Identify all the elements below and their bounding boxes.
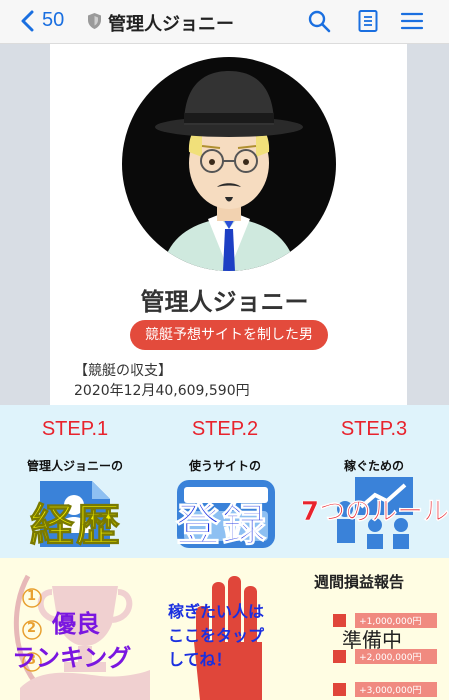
search-icon[interactable] <box>307 9 331 33</box>
shield-icon <box>88 13 101 29</box>
navigation-bar: 50 管理人ジョニー <box>0 0 449 44</box>
report-title: 週間損益報告 <box>314 573 405 591</box>
weekly-report-banner[interactable]: 週間損益報告 +1,000,000円 +2,000,000円 +3,000,00… <box>300 558 449 700</box>
step-1-card[interactable]: STEP.1 管理人ジョニーの 経歴 <box>0 405 150 558</box>
step-3-big-word: 7つのルール <box>301 497 449 528</box>
tap-line-1: 稼ぎたい人は <box>168 602 265 621</box>
profile-name: 管理人ジョニー <box>140 288 309 316</box>
avatar-illustration <box>155 71 303 271</box>
step-1-big-word: 経歴 <box>30 500 122 552</box>
menu-icon[interactable] <box>400 9 424 33</box>
report-row-3: +3,000,000円 <box>333 679 438 698</box>
ranking-line-1: 優良 <box>52 610 100 638</box>
tap-here-banner[interactable]: 稼ぎたい人は ここをタップ してね！ <box>152 558 300 700</box>
step-1-label: 管理人ジョニーの <box>26 459 123 473</box>
step-2-label: 使うサイトの <box>188 459 261 473</box>
document-icon[interactable] <box>356 9 380 33</box>
tap-line-3: してね！ <box>168 650 232 669</box>
tap-line-2: ここをタップ <box>168 626 265 645</box>
step-2-card[interactable]: STEP.2 使うサイトの 登録 <box>150 405 300 558</box>
back-button[interactable]: 50 <box>20 9 64 32</box>
step-2-big-word: 登録 <box>176 500 268 552</box>
ranking-line-2: ランキング <box>12 644 132 672</box>
back-count: 50 <box>42 9 65 31</box>
step-3-card[interactable]: STEP.3 稼ぐための 7つのルール <box>299 405 449 558</box>
page-title: 管理人ジョニー <box>108 14 234 35</box>
rank-digit-1: 1 <box>27 589 37 604</box>
report-status: 準備中 <box>342 628 402 652</box>
report-amount-3: +3,000,000円 <box>355 682 438 697</box>
step-3-label: 稼ぐための <box>343 459 404 473</box>
rank-digit-2: 2 <box>27 621 37 636</box>
report-bullet-icon <box>333 683 346 696</box>
profile-tagline-badge: 競艇予想サイトを制した男 <box>130 320 328 350</box>
income-value: 2020年12月40,609,590円 <box>74 383 250 399</box>
step-1-number: STEP.1 <box>41 418 109 440</box>
chevron-left-icon <box>21 10 34 31</box>
income-heading: 【競艇の収支】 <box>74 363 172 379</box>
bottom-banner-area: 1 2 3 優良 ランキング 稼ぎたい人は ここをタップ してね！ 週間損益報告… <box>0 558 449 700</box>
ranking-banner[interactable]: 1 2 3 優良 ランキング <box>0 558 152 700</box>
step-3-number: STEP.3 <box>340 418 408 440</box>
steps-section: STEP.1 管理人ジョニーの 経歴 STEP.2 使うサイトの 登録 STEP… <box>0 405 449 558</box>
step-2-number: STEP.2 <box>191 418 259 440</box>
avatar <box>122 57 336 271</box>
